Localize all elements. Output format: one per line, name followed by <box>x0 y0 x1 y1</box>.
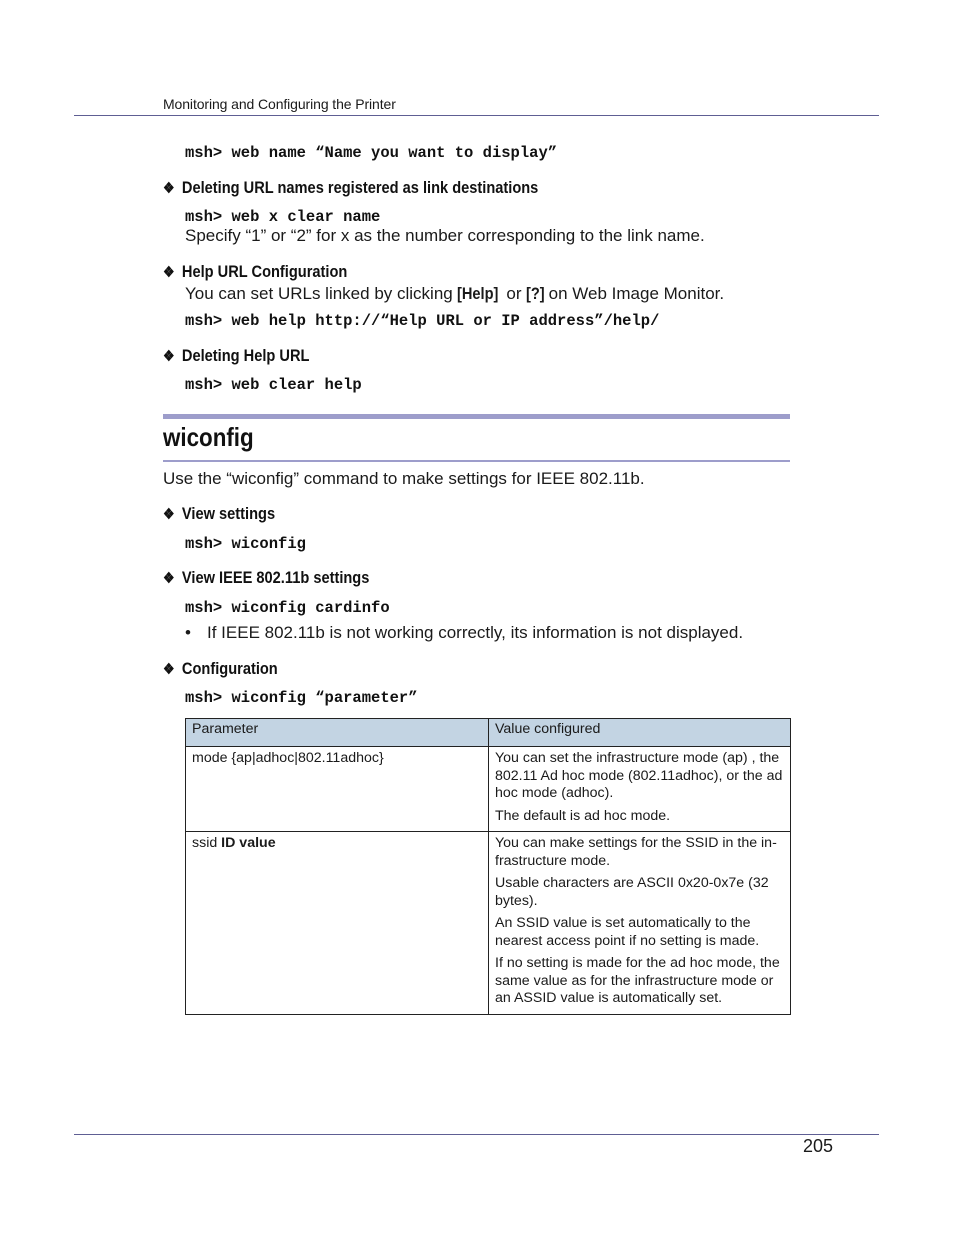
value-paragraph: You can make settings for the SSID in th… <box>495 835 777 869</box>
text-segment: You can set URLs linked by clicking <box>185 284 458 303</box>
bullet-dot-icon: • <box>185 623 191 642</box>
command-web-help: msh> web help http://“Help URL or IP add… <box>185 312 660 330</box>
section-intro: Use the “wiconfig” command to make setti… <box>163 469 645 488</box>
heading-deleting-url-names: ❖ Deleting URL names registered as link d… <box>163 178 538 198</box>
header-rule <box>74 115 879 116</box>
running-head: Monitoring and Configuring the Printer <box>163 96 396 112</box>
four-diamond-icon: ❖ <box>163 661 175 678</box>
heading-view-ieee-settings: ❖ View IEEE 802.11b settings <box>163 568 369 588</box>
value-paragraph: If no setting is made for the ad hoc mod… <box>495 955 780 1006</box>
command-web-name: msh> web name “Name you want to display” <box>185 144 558 162</box>
text-segment: on Web Image Monitor. <box>543 284 725 303</box>
value-cell: You can make settings for the SSID in th… <box>488 831 791 1015</box>
footer-rule <box>74 1134 879 1135</box>
heading-text: View IEEE 802.11b settings <box>181 568 370 587</box>
heading-text: Help URL Configuration <box>181 262 348 281</box>
heading-text: Deleting Help URL <box>181 346 310 365</box>
value-paragraph: An SSID value is set automatically to th… <box>495 915 760 949</box>
four-diamond-icon: ❖ <box>163 570 175 587</box>
param-cell: ssid ID value <box>185 831 489 1015</box>
text-segment: or <box>501 284 527 303</box>
section-underline <box>163 460 790 462</box>
section-title: wiconfig <box>163 422 254 452</box>
param-arg: ID value <box>221 835 276 851</box>
value-paragraph: You can set the infrastructure mode (ap)… <box>495 750 783 801</box>
column-header-value: Value configured <box>488 718 791 747</box>
heading-help-url-configuration: ❖ Help URL Configuration <box>163 262 347 282</box>
table-row: ssid ID value You can make settings for … <box>185 831 791 1015</box>
command-wiconfig-cardinfo: msh> wiconfig cardinfo <box>185 599 390 617</box>
four-diamond-icon: ❖ <box>163 506 175 523</box>
param-cell: mode {ap|adhoc|802.11adhoc} <box>185 746 489 832</box>
four-diamond-icon: ❖ <box>163 180 175 197</box>
help-key-label: [Help] <box>457 284 499 303</box>
command-wiconfig: msh> wiconfig <box>185 535 306 553</box>
table-row: mode {ap|adhoc|802.11adhoc} You can set … <box>185 746 791 832</box>
param-name: ssid <box>192 835 222 851</box>
list-item: • If IEEE 802.11b is not working correctl… <box>185 623 743 643</box>
page-number: 205 <box>803 1136 834 1156</box>
heading-text: Configuration <box>181 659 278 678</box>
heading-configuration: ❖ Configuration <box>163 659 278 679</box>
help-url-description: You can set URLs linked by clicking [Hel… <box>185 284 724 304</box>
command-wiconfig-parameter: msh> wiconfig “parameter” <box>185 689 418 707</box>
heading-view-settings: ❖ View settings <box>163 504 275 524</box>
four-diamond-icon: ❖ <box>163 348 175 365</box>
section-top-bar <box>163 414 790 419</box>
command-web-clear-help: msh> web clear help <box>185 376 362 394</box>
table-header-row: Parameter Value configured <box>185 718 791 747</box>
question-key-label: [?] <box>526 284 545 303</box>
list-item-text: If IEEE 802.11b is not working correctly… <box>207 623 744 642</box>
param-name: mode {ap|adhoc|802.11adhoc} <box>192 750 384 766</box>
note-link-name: Specify “1” or “2” for x as the number c… <box>185 226 705 245</box>
value-cell: You can set the infrastructure mode (ap)… <box>488 746 791 832</box>
heading-text: View settings <box>181 504 276 523</box>
value-paragraph: Usable characters are ASCII 0x20-0x7e (3… <box>495 875 769 909</box>
parameter-table: Parameter Value configured mode {ap|adho… <box>185 718 791 1015</box>
value-paragraph: The default is ad hoc mode. <box>495 807 671 824</box>
command-web-x-clear-name: msh> web x clear name <box>185 208 381 226</box>
four-diamond-icon: ❖ <box>163 264 175 281</box>
heading-text: Deleting URL names registered as link de… <box>181 178 539 197</box>
column-header-parameter: Parameter <box>185 718 489 747</box>
heading-deleting-help-url: ❖ Deleting Help URL <box>163 346 309 366</box>
